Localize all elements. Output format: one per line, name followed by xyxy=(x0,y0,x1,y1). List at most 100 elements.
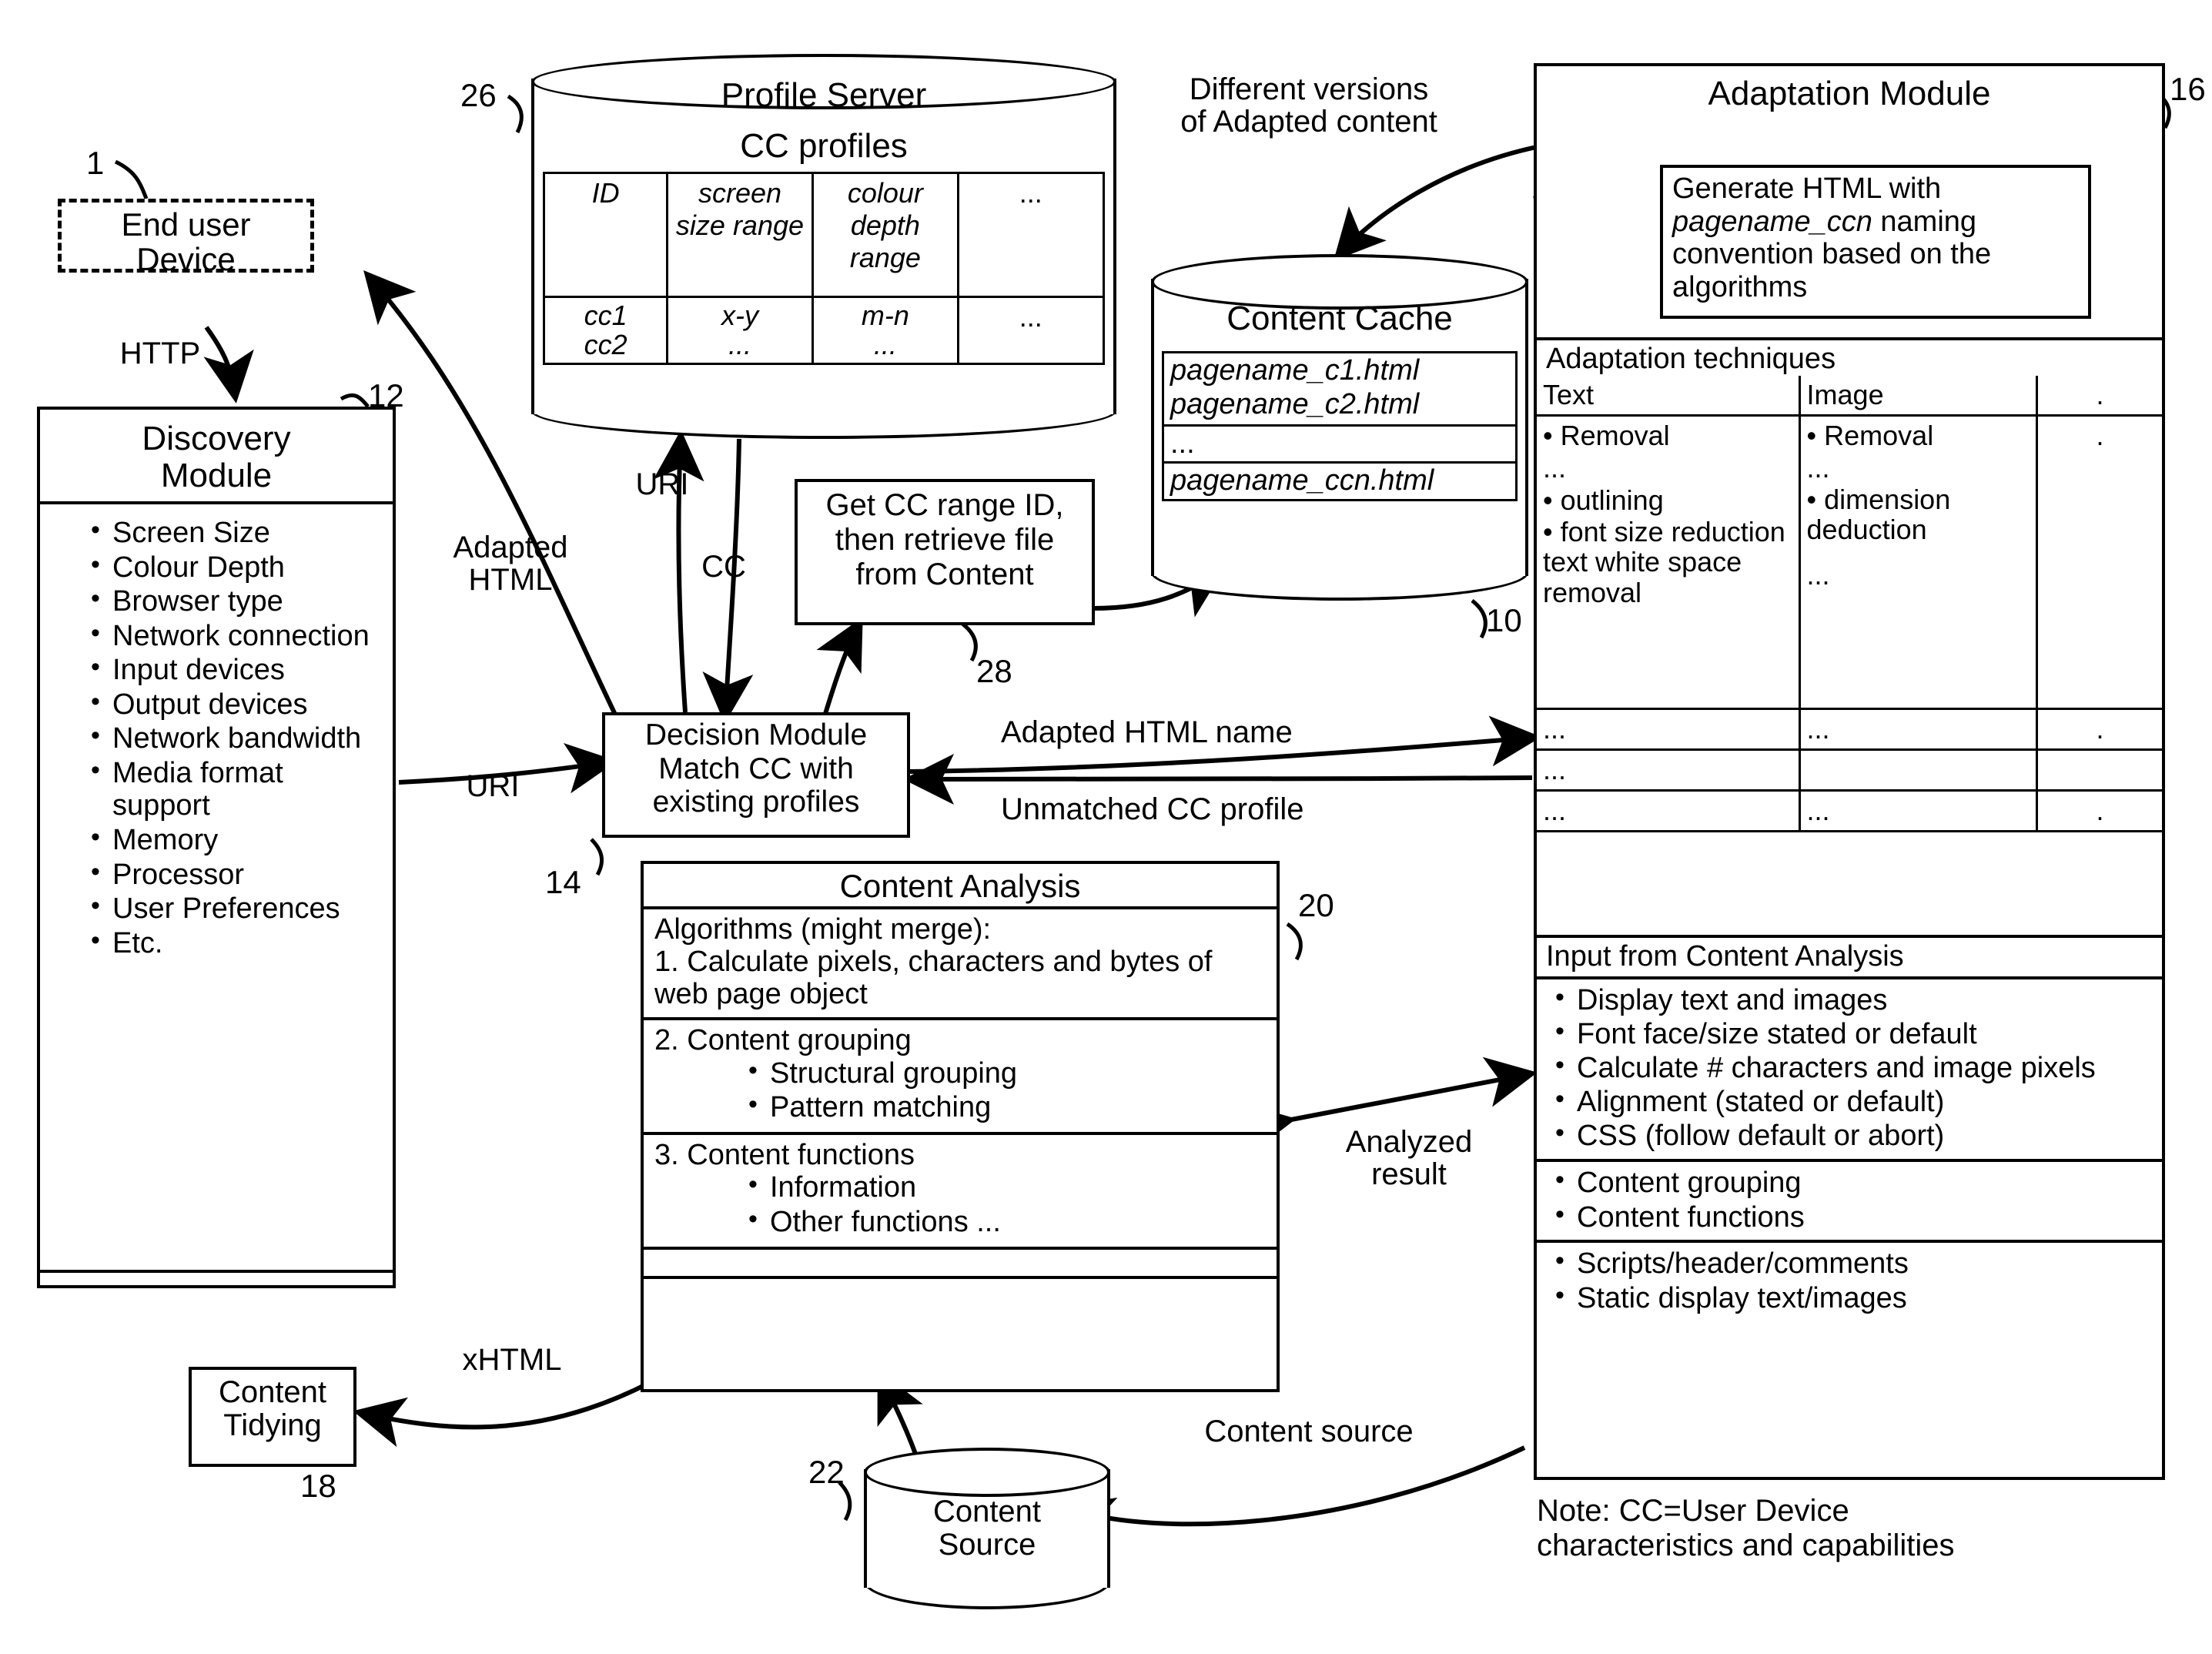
list-item: Scripts/header/comments xyxy=(1551,1246,2153,1281)
table-row: ... ... . xyxy=(1537,707,2162,751)
ref-1: 1 xyxy=(86,145,105,181)
profile-server-title: Profile Server xyxy=(721,76,927,114)
table-row: cc1 cc2 x-y ... m-n ... ... xyxy=(543,296,1105,365)
col-header-text: Text xyxy=(1537,375,1801,417)
input-from-content-analysis-section: Input from Content Analysis Display text… xyxy=(1537,935,2162,1321)
adaptation-module-box[interactable]: Adaptation Module Generate HTML with pag… xyxy=(1534,63,2165,1480)
col-header-image: Image xyxy=(1799,375,2039,417)
list-item: Input devices xyxy=(86,652,385,687)
col-header-colour-depth: colour depth range xyxy=(811,172,959,299)
get-cc-range-box[interactable]: Get CC range ID, then retrieve file from… xyxy=(795,479,1095,625)
cell-cc1: cc1 xyxy=(584,300,627,332)
cell-colour-1: m-n xyxy=(861,300,909,332)
ref-22: 22 xyxy=(808,1454,845,1490)
technique-item: • font size reduction text white space r… xyxy=(1543,515,1785,608)
cell-colour-2: ... xyxy=(873,328,897,360)
content-source-cylinder[interactable]: Content Source xyxy=(864,1448,1110,1609)
content-analysis-section-3: 3. Content functions Information Other f… xyxy=(644,1135,1277,1250)
generate-html-naming: pagename_ccn xyxy=(1672,205,1872,238)
cell-filler xyxy=(1798,748,2039,791)
cell-more-techniques: . xyxy=(2036,414,2162,710)
adaptation-module-title: Adaptation Module xyxy=(1708,75,1991,112)
cell-filler: . xyxy=(2036,707,2162,751)
list-item: Output devices xyxy=(86,687,385,722)
generate-html-box[interactable]: Generate HTML with pagename_ccn naming c… xyxy=(1660,165,2091,319)
cell-filler: ... xyxy=(1798,707,2039,751)
input-group-3: Scripts/header/comments Static display t… xyxy=(1537,1243,2162,1321)
cell-filler: ... xyxy=(1537,707,1801,751)
label-xhtml: xHTML xyxy=(462,1343,562,1377)
algorithm-step-1: 1. Calculate pixels, characters and byte… xyxy=(654,946,1213,1010)
cc-profiles-table: ID screen size range colour depth range … xyxy=(543,172,1105,365)
list-item: Browser type xyxy=(86,584,385,618)
ref-16: 16 xyxy=(2170,71,2206,107)
content-tidying-label: Content Tidying xyxy=(218,1375,327,1443)
decision-module-box[interactable]: Decision Module Match CC with existing p… xyxy=(602,712,910,838)
ref-18: 18 xyxy=(300,1468,336,1504)
label-content-source-flow: Content source xyxy=(1204,1415,1414,1448)
http-arrow-label: HTTP xyxy=(119,336,201,370)
algorithm-step-2: 2. Content grouping xyxy=(654,1023,912,1056)
decision-module-text: Decision Module Match CC with existing p… xyxy=(644,718,868,819)
cell-filler: ... xyxy=(1798,788,2039,832)
discovery-module-list: Screen Size Colour Depth Browser type Ne… xyxy=(40,504,393,959)
technique-item: ... xyxy=(1543,451,1567,484)
label-analyzed-result: Analyzed result xyxy=(1345,1125,1473,1191)
adaptation-techniques-title: Adaptation techniques xyxy=(1546,343,1836,375)
note-text: Note: CC=User Device characteristics and… xyxy=(1537,1494,1955,1562)
list-item: Screen Size xyxy=(86,515,385,550)
label-cc: CC xyxy=(701,550,746,584)
list-item: Alignment (stated or default) xyxy=(1551,1084,2153,1119)
list-item: Network bandwidth xyxy=(86,721,385,755)
technique-item: • dimension deduction xyxy=(1806,483,1951,546)
technique-item: ... xyxy=(1806,558,1830,591)
get-cc-range-text: Get CC range ID, then retrieve file from… xyxy=(825,488,1064,591)
list-item: Calculate # characters and image pixels xyxy=(1551,1051,2153,1084)
discovery-module-box[interactable]: Discovery Module Screen Size Colour Dept… xyxy=(37,407,396,1288)
ref-28: 28 xyxy=(976,653,1012,689)
list-item: Content functions xyxy=(1551,1200,2153,1234)
list-item: Colour Depth xyxy=(86,550,385,584)
content-analysis-filler-row xyxy=(644,1250,1277,1279)
list-item: CSS (follow default or abort) xyxy=(1551,1118,2153,1153)
cell-filler: ... xyxy=(1537,788,1801,832)
profile-server-content: Profile Server CC profiles ID screen siz… xyxy=(531,77,1116,365)
generate-html-pre: Generate HTML with xyxy=(1672,172,1942,205)
cylinder-top xyxy=(864,1448,1110,1497)
list-item: Display text and images xyxy=(1551,983,2153,1017)
adaptation-techniques-table: Text Image . • Removal ... • outlining •… xyxy=(1537,375,2162,832)
end-user-device-box[interactable]: End user Device xyxy=(58,199,314,276)
table-row: • Removal ... • outlining • font size re… xyxy=(1537,414,2162,710)
content-tidying-box[interactable]: Content Tidying xyxy=(189,1367,356,1467)
list-item: Structural grouping xyxy=(744,1056,1266,1090)
content-analysis-title: Content Analysis xyxy=(644,864,1277,910)
cell-colour: m-n ... xyxy=(811,296,959,365)
content-cache-entries: pagename_c1.html pagename_c2.html ... pa… xyxy=(1162,351,1518,502)
cache-entry: pagename_c1.html xyxy=(1170,354,1420,387)
cache-entry: pagename_c2.html xyxy=(1164,388,1515,427)
profile-server-cylinder[interactable]: Profile Server CC profiles ID screen siz… xyxy=(531,54,1116,439)
algorithms-header: Algorithms (might merge): xyxy=(654,913,992,946)
cell-more: ... xyxy=(956,296,1105,365)
discovery-module-footer-rule xyxy=(40,1270,393,1273)
cell-screen-2: ... xyxy=(728,328,751,360)
content-cache-content: Content Cache pagename_c1.html pagename_… xyxy=(1151,300,1528,502)
content-analysis-section-2: 2. Content grouping Structural grouping … xyxy=(644,1020,1277,1135)
content-source-label: Content Source xyxy=(932,1495,1042,1562)
list-item: Information xyxy=(744,1170,1266,1204)
content-cache-cylinder[interactable]: Content Cache pagename_c1.html pagename_… xyxy=(1151,254,1528,601)
cell-filler: ... xyxy=(1537,748,1801,791)
label-unmatched-cc-profile: Unmatched CC profile xyxy=(1001,792,1304,826)
input-group-2: Content grouping Content functions xyxy=(1537,1162,2162,1244)
list-item: Other functions ... xyxy=(744,1204,1266,1239)
content-analysis-box[interactable]: Content Analysis Algorithms (might merge… xyxy=(641,861,1280,1392)
col-header-id: ID xyxy=(543,172,669,299)
content-source-label-wrap: Content Source xyxy=(864,1495,1110,1562)
technique-item: • Removal xyxy=(1806,419,1934,451)
cell-text-techniques: • Removal ... • outlining • font size re… xyxy=(1537,414,1801,710)
patent-figure: End user Device 1 HTTP Discovery Module … xyxy=(0,0,2212,1654)
cache-entry: pagename_ccn.html xyxy=(1170,464,1434,497)
algorithm-step-3: 3. Content functions xyxy=(654,1138,915,1171)
ref-10: 10 xyxy=(1486,602,1522,638)
ref-26: 26 xyxy=(460,77,497,113)
